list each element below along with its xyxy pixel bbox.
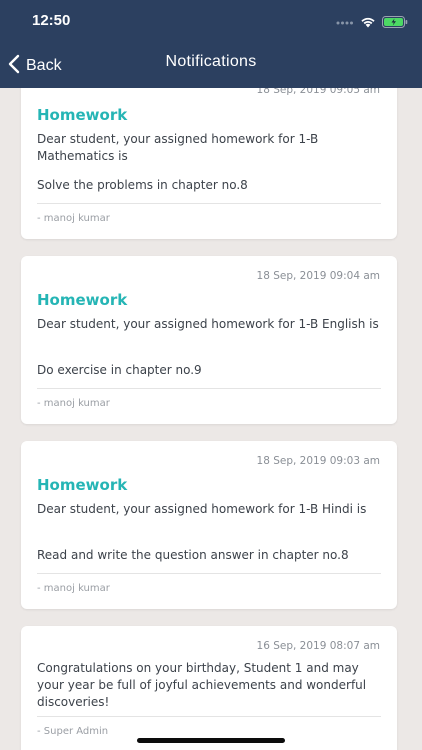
wifi-icon [360,13,376,32]
notification-author: - manoj kumar [37,213,110,224]
navigation-bar: Back Notifications [0,44,422,88]
notification-detail: Read and write the question answer in ch… [37,548,349,562]
notification-date: 16 Sep, 2019 08:07 am [256,640,380,652]
notification-date: 18 Sep, 2019 09:04 am [256,270,380,282]
notification-body: Dear student, your assigned homework for… [37,502,367,516]
status-time: 12:50 [32,12,71,29]
notification-date: 18 Sep, 2019 09:05 am [256,88,380,96]
notification-author: - Super Admin [37,726,109,737]
signal-icon [336,13,354,32]
home-indicator[interactable] [137,738,285,743]
notification-title: Homework [37,106,128,124]
notification-body: Dear student, your assigned homework for… [37,317,379,331]
notification-list[interactable]: 18 Sep, 2019 09:05 am Homework Dear stud… [0,88,422,750]
notification-detail: Solve the problems in chapter no.8 [37,178,248,192]
card-divider [37,203,381,204]
notification-body: Congratulations on your birthday, Studen… [37,661,367,709]
notification-title: Homework [37,291,128,309]
page-title: Notifications [165,53,257,70]
card-divider [37,573,381,574]
status-bar: 12:50 [0,0,422,44]
notification-card[interactable]: 18 Sep, 2019 09:03 am Homework Dear stud… [21,441,397,609]
notification-body: Dear student, your assigned homework for… [37,132,319,163]
notification-card[interactable]: 18 Sep, 2019 09:05 am Homework Dear stud… [21,88,397,239]
notification-author: - manoj kumar [37,398,110,409]
notification-author: - manoj kumar [37,583,110,594]
notification-detail: Do exercise in chapter no.9 [37,363,202,377]
notification-card[interactable]: 16 Sep, 2019 08:07 am Congratulations on… [21,626,397,750]
card-divider [37,388,381,389]
notification-date: 18 Sep, 2019 09:03 am [256,455,380,467]
notification-title: Homework [37,476,128,494]
card-divider [37,716,381,717]
status-icons [336,13,408,32]
battery-icon [382,13,408,32]
notification-card[interactable]: 18 Sep, 2019 09:04 am Homework Dear stud… [21,256,397,424]
